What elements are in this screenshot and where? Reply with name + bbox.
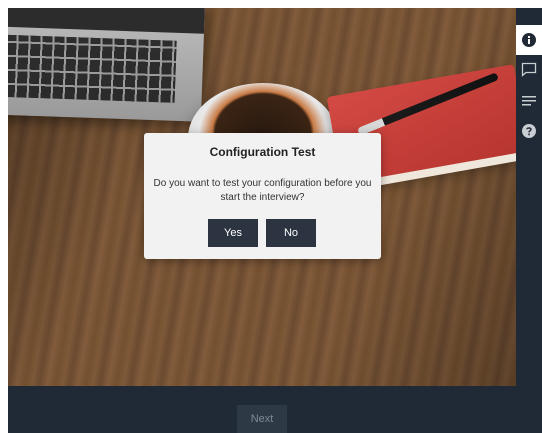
rail-item-chat[interactable]: [516, 54, 542, 84]
info-icon: [522, 33, 536, 47]
rail-item-help[interactable]: [516, 116, 542, 146]
configuration-test-dialog: Configuration Test Do you want to test y…: [144, 133, 381, 259]
rail-item-info[interactable]: [516, 25, 542, 55]
bottom-toolbar: Next: [8, 386, 516, 433]
no-button[interactable]: No: [266, 219, 316, 247]
rail-item-list[interactable]: [516, 86, 542, 116]
laptop-image: [8, 8, 206, 122]
dialog-title: Configuration Test: [209, 145, 316, 159]
side-rail: [516, 8, 542, 433]
list-icon: [522, 96, 536, 106]
dialog-message: Do you want to test your configuration b…: [153, 178, 372, 203]
next-button[interactable]: Next: [237, 405, 287, 433]
chat-icon: [521, 62, 537, 77]
interview-app: Next Configuration Test Do you want to t…: [0, 0, 542, 433]
laptop-screen-edge: [8, 8, 206, 34]
laptop-keyboard: [8, 34, 177, 103]
help-icon: [522, 124, 536, 138]
yes-button[interactable]: Yes: [208, 219, 258, 247]
